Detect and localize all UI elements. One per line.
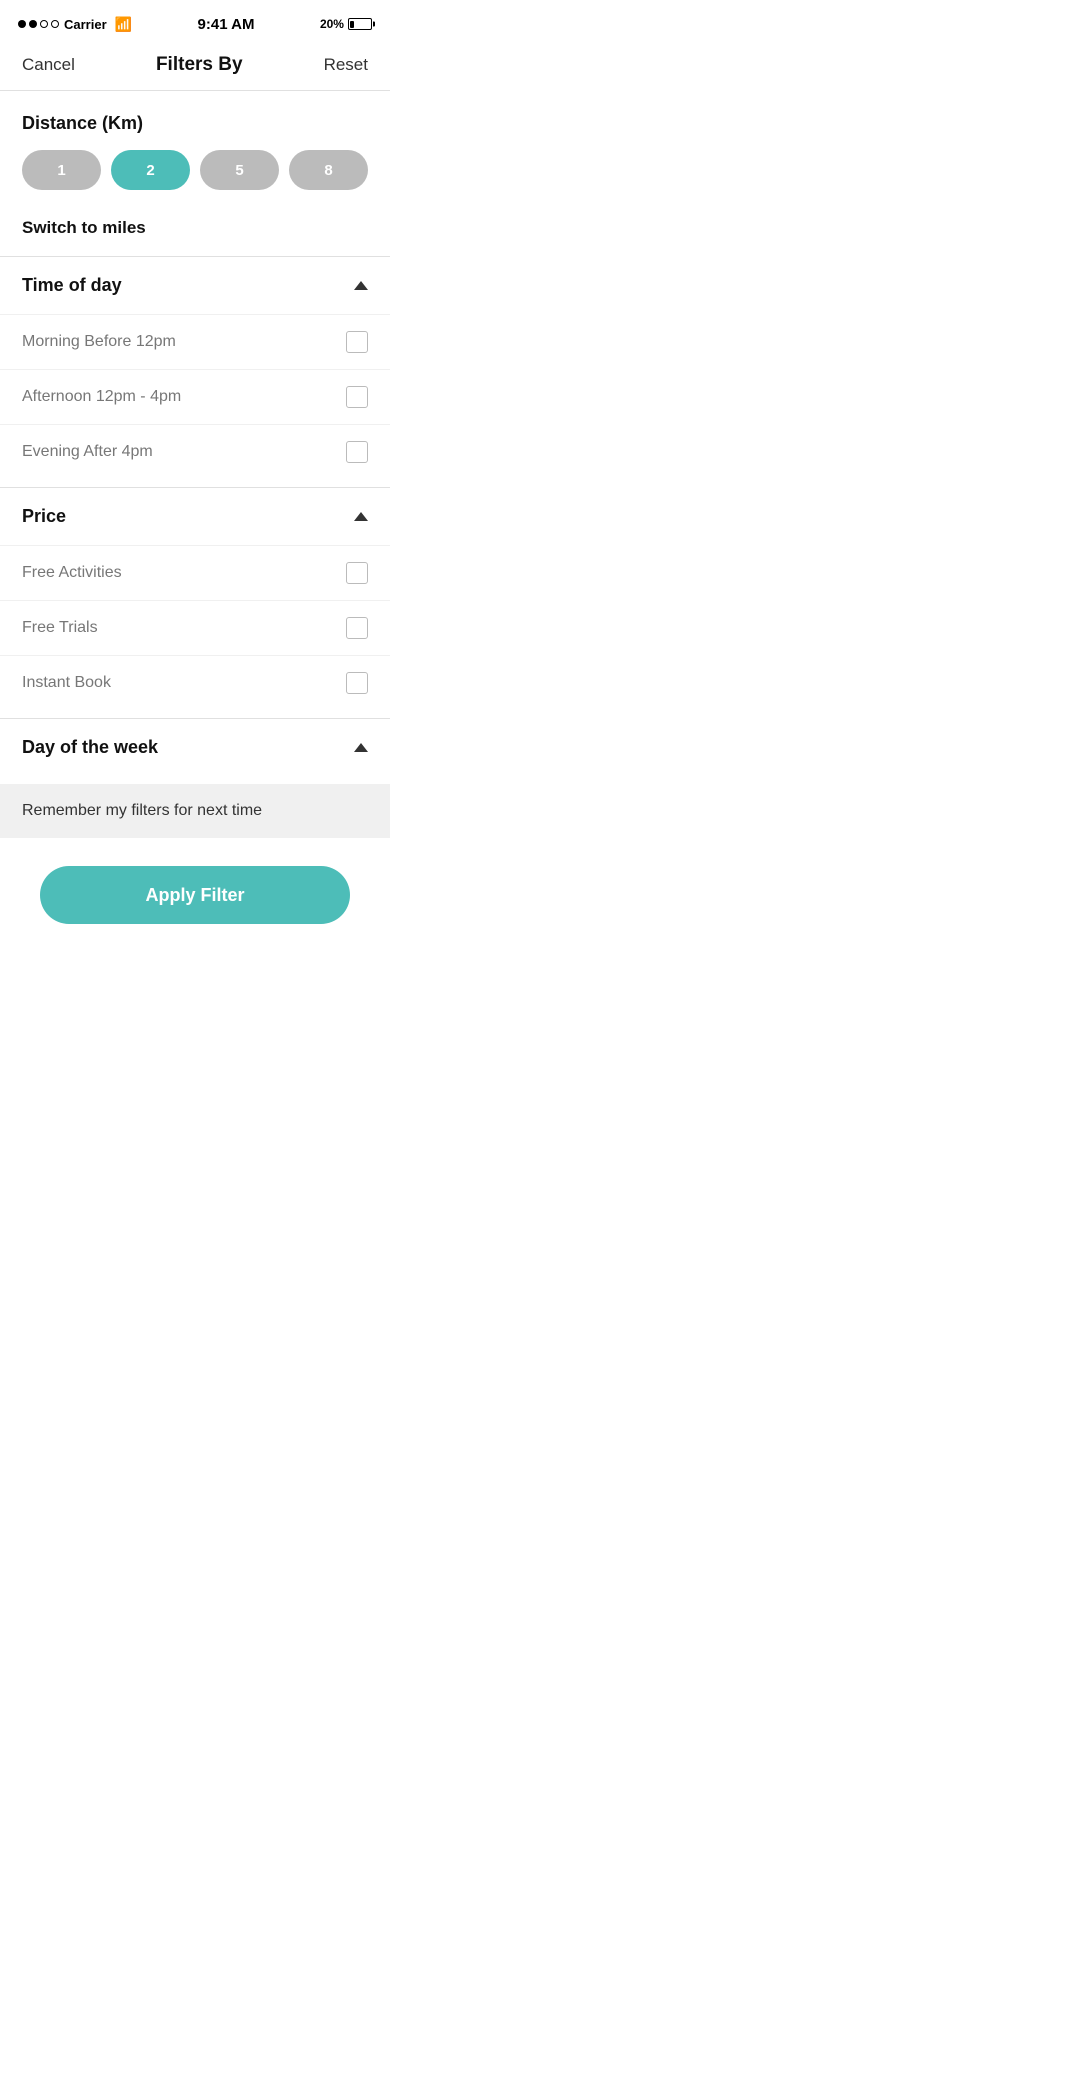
- apply-button-container: Apply Filter: [0, 838, 390, 964]
- morning-checkbox[interactable]: [346, 331, 368, 353]
- day-of-week-header[interactable]: Day of the week: [0, 719, 390, 776]
- spacer-1: [0, 479, 390, 487]
- evening-label: Evening After 4pm: [22, 443, 153, 461]
- evening-item[interactable]: Evening After 4pm: [0, 424, 390, 479]
- free-activities-checkbox[interactable]: [346, 562, 368, 584]
- distance-section-title: Distance (Km): [22, 113, 368, 134]
- distance-pill-5[interactable]: 5: [200, 150, 279, 190]
- signal-dot-2: [29, 20, 37, 28]
- distance-pills: 1 2 5 8: [22, 150, 368, 190]
- instant-book-label: Instant Book: [22, 674, 111, 692]
- cancel-button[interactable]: Cancel: [22, 55, 75, 75]
- status-left: Carrier 📶: [18, 16, 132, 33]
- spacer-2: [0, 710, 390, 718]
- price-section: Price Free Activities Free Trials Instan…: [0, 487, 390, 710]
- signal-dot-1: [18, 20, 26, 28]
- signal-dots: [18, 20, 59, 28]
- distance-pill-2[interactable]: 2: [111, 150, 190, 190]
- switch-miles-section[interactable]: Switch to miles: [0, 200, 390, 256]
- status-time: 9:41 AM: [198, 16, 255, 33]
- morning-label: Morning Before 12pm: [22, 333, 176, 351]
- free-trials-item[interactable]: Free Trials: [0, 600, 390, 655]
- price-header[interactable]: Price: [0, 488, 390, 545]
- distance-section: Distance (Km) 1 2 5 8: [0, 91, 390, 200]
- time-of-day-title: Time of day: [22, 275, 122, 296]
- status-bar: Carrier 📶 9:41 AM 20%: [0, 0, 390, 44]
- signal-dot-4: [51, 20, 59, 28]
- remember-section[interactable]: Remember my filters for next time: [0, 784, 390, 838]
- afternoon-item[interactable]: Afternoon 12pm - 4pm: [0, 369, 390, 424]
- afternoon-checkbox[interactable]: [346, 386, 368, 408]
- morning-item[interactable]: Morning Before 12pm: [0, 314, 390, 369]
- battery-fill: [350, 21, 354, 28]
- afternoon-label: Afternoon 12pm - 4pm: [22, 388, 181, 406]
- distance-pill-1[interactable]: 1: [22, 150, 101, 190]
- switch-miles-label: Switch to miles: [22, 218, 146, 237]
- time-of-day-section: Time of day Morning Before 12pm Afternoo…: [0, 256, 390, 479]
- carrier-label: Carrier: [64, 17, 107, 32]
- battery-body: [348, 18, 372, 30]
- page-title: Filters By: [156, 54, 243, 76]
- free-trials-label: Free Trials: [22, 619, 98, 637]
- day-of-week-title: Day of the week: [22, 737, 158, 758]
- remember-label: Remember my filters for next time: [22, 802, 262, 819]
- signal-dot-3: [40, 20, 48, 28]
- time-of-day-chevron-icon: [354, 281, 368, 290]
- reset-button[interactable]: Reset: [324, 55, 368, 75]
- day-of-week-section: Day of the week: [0, 718, 390, 776]
- battery-icon: [348, 18, 372, 30]
- battery-percent: 20%: [320, 17, 344, 31]
- free-trials-checkbox[interactable]: [346, 617, 368, 639]
- free-activities-label: Free Activities: [22, 564, 122, 582]
- wifi-icon: 📶: [115, 16, 132, 33]
- apply-filter-button[interactable]: Apply Filter: [40, 866, 350, 924]
- time-of-day-header[interactable]: Time of day: [0, 257, 390, 314]
- free-activities-item[interactable]: Free Activities: [0, 545, 390, 600]
- price-title: Price: [22, 506, 66, 527]
- day-of-week-chevron-icon: [354, 743, 368, 752]
- instant-book-checkbox[interactable]: [346, 672, 368, 694]
- header: Cancel Filters By Reset: [0, 44, 390, 90]
- instant-book-item[interactable]: Instant Book: [0, 655, 390, 710]
- price-chevron-icon: [354, 512, 368, 521]
- status-right: 20%: [320, 17, 372, 31]
- distance-pill-8[interactable]: 8: [289, 150, 368, 190]
- evening-checkbox[interactable]: [346, 441, 368, 463]
